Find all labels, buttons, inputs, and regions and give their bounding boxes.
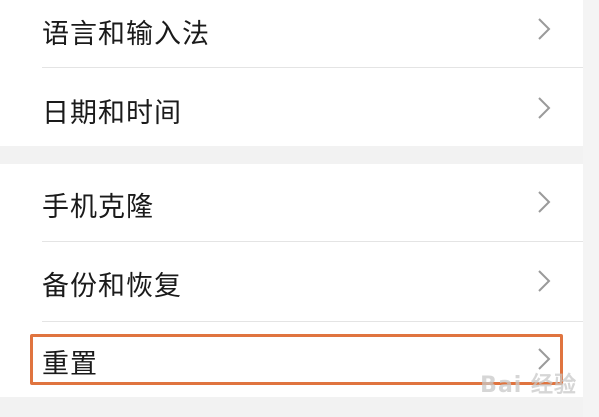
settings-item-phone-clone[interactable]: 手机克隆 <box>0 164 583 240</box>
chevron-right-icon <box>538 97 551 119</box>
watermark-text: Bai 经验 <box>480 373 577 398</box>
chevron-right-icon <box>538 18 551 40</box>
settings-item-label: 手机克隆 <box>42 192 154 223</box>
settings-item-language-input[interactable]: 语言和输入法 <box>0 0 583 66</box>
settings-item-label: 语言和输入法 <box>42 19 210 50</box>
settings-item-backup-restore[interactable]: 备份和恢复 <box>0 242 583 320</box>
settings-item-label: 备份和恢复 <box>42 271 182 302</box>
chevron-right-icon <box>538 270 551 292</box>
settings-group-system-language: 语言和输入法 日期和时间 <box>0 0 583 146</box>
settings-item-label: 日期和时间 <box>42 98 182 129</box>
scroll-edge <box>583 0 599 417</box>
chevron-right-icon <box>538 191 551 213</box>
settings-item-date-time[interactable]: 日期和时间 <box>0 68 583 146</box>
baidu-watermark: Bai 经验 <box>480 367 577 399</box>
settings-screen: 语言和输入法 日期和时间 手机克隆 备份和恢复 重置 Bai 经验 <box>0 0 599 417</box>
